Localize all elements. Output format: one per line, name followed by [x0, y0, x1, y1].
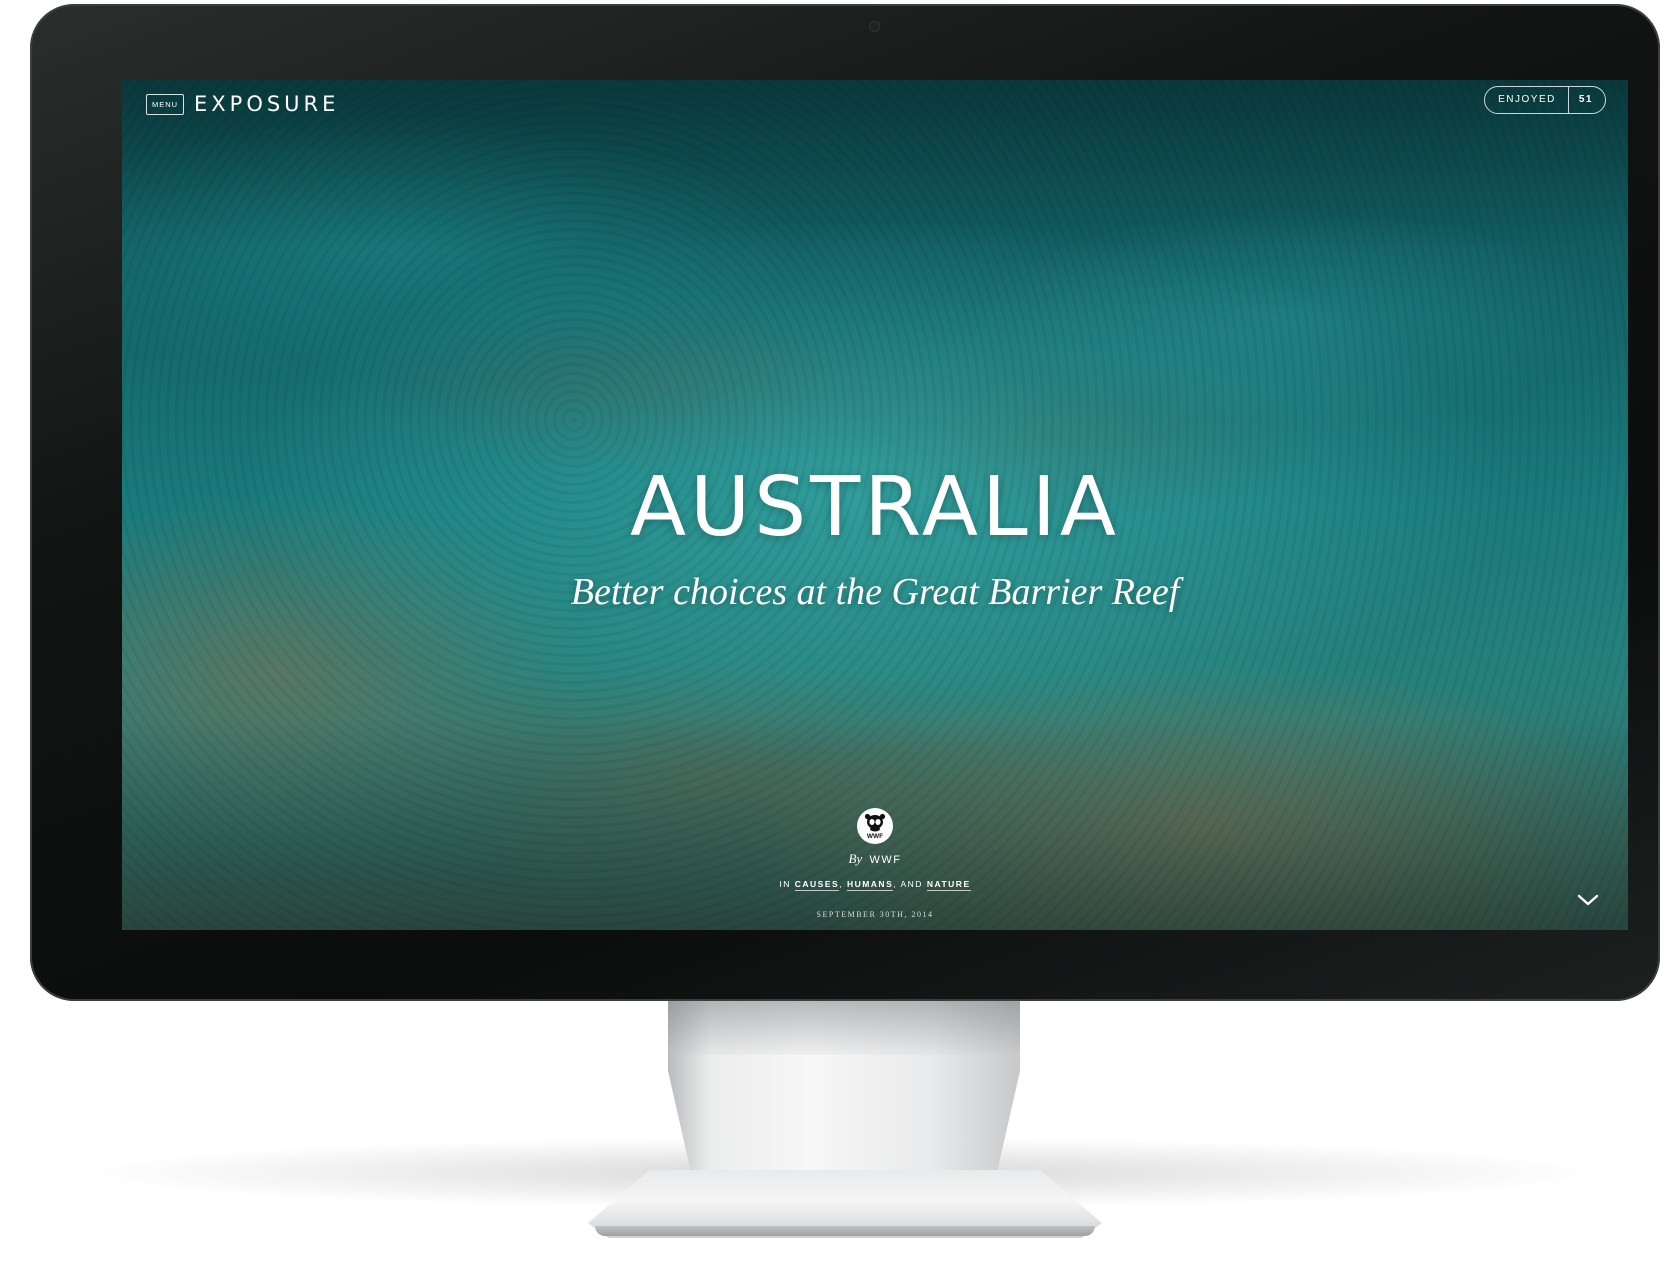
story-subtitle: Better choices at the Great Barrier Reef [570, 571, 1180, 613]
panda-glyph: WWF [864, 813, 886, 840]
enjoyed-label: ENJOYED [1485, 87, 1569, 113]
category-separator: , AND [893, 879, 923, 889]
chevron-down-icon[interactable] [1576, 892, 1600, 908]
enjoyed-button[interactable]: ENJOYED 51 [1484, 86, 1606, 114]
byline: By WWF [122, 851, 1628, 867]
category-separator: , [839, 879, 844, 889]
category-prefix: IN [779, 879, 791, 889]
camera-icon [870, 22, 879, 31]
category-link[interactable]: NATURE [926, 879, 971, 891]
author-link[interactable]: WWF [870, 854, 902, 866]
wwf-logo-text: WWF [867, 833, 883, 840]
category-list: IN CAUSES, HUMANS, AND NATURE [122, 879, 1628, 891]
wwf-panda-icon[interactable]: WWF [857, 808, 893, 844]
enjoyed-count: 51 [1578, 94, 1593, 105]
story-title: AUSTRALIA [630, 460, 1120, 555]
monitor-bezel: MENU EXPOSURE ENJOYED 51 AUSTRALIA Bette… [30, 4, 1660, 1001]
category-link[interactable]: HUMANS [846, 879, 894, 891]
desktop-mockup: MENU EXPOSURE ENJOYED 51 AUSTRALIA Bette… [0, 0, 1680, 1262]
story-hero: MENU EXPOSURE ENJOYED 51 AUSTRALIA Bette… [122, 80, 1628, 930]
monitor-stand-edge [595, 1226, 1095, 1236]
category-link[interactable]: CAUSES [794, 879, 840, 891]
publish-date: SEPTEMBER 30TH, 2014 [816, 910, 934, 919]
brand-logo[interactable]: EXPOSURE [194, 92, 339, 116]
monitor-stand-shadow [668, 995, 1020, 1055]
byline-by: By [848, 851, 863, 866]
menu-button[interactable]: MENU [146, 94, 184, 115]
